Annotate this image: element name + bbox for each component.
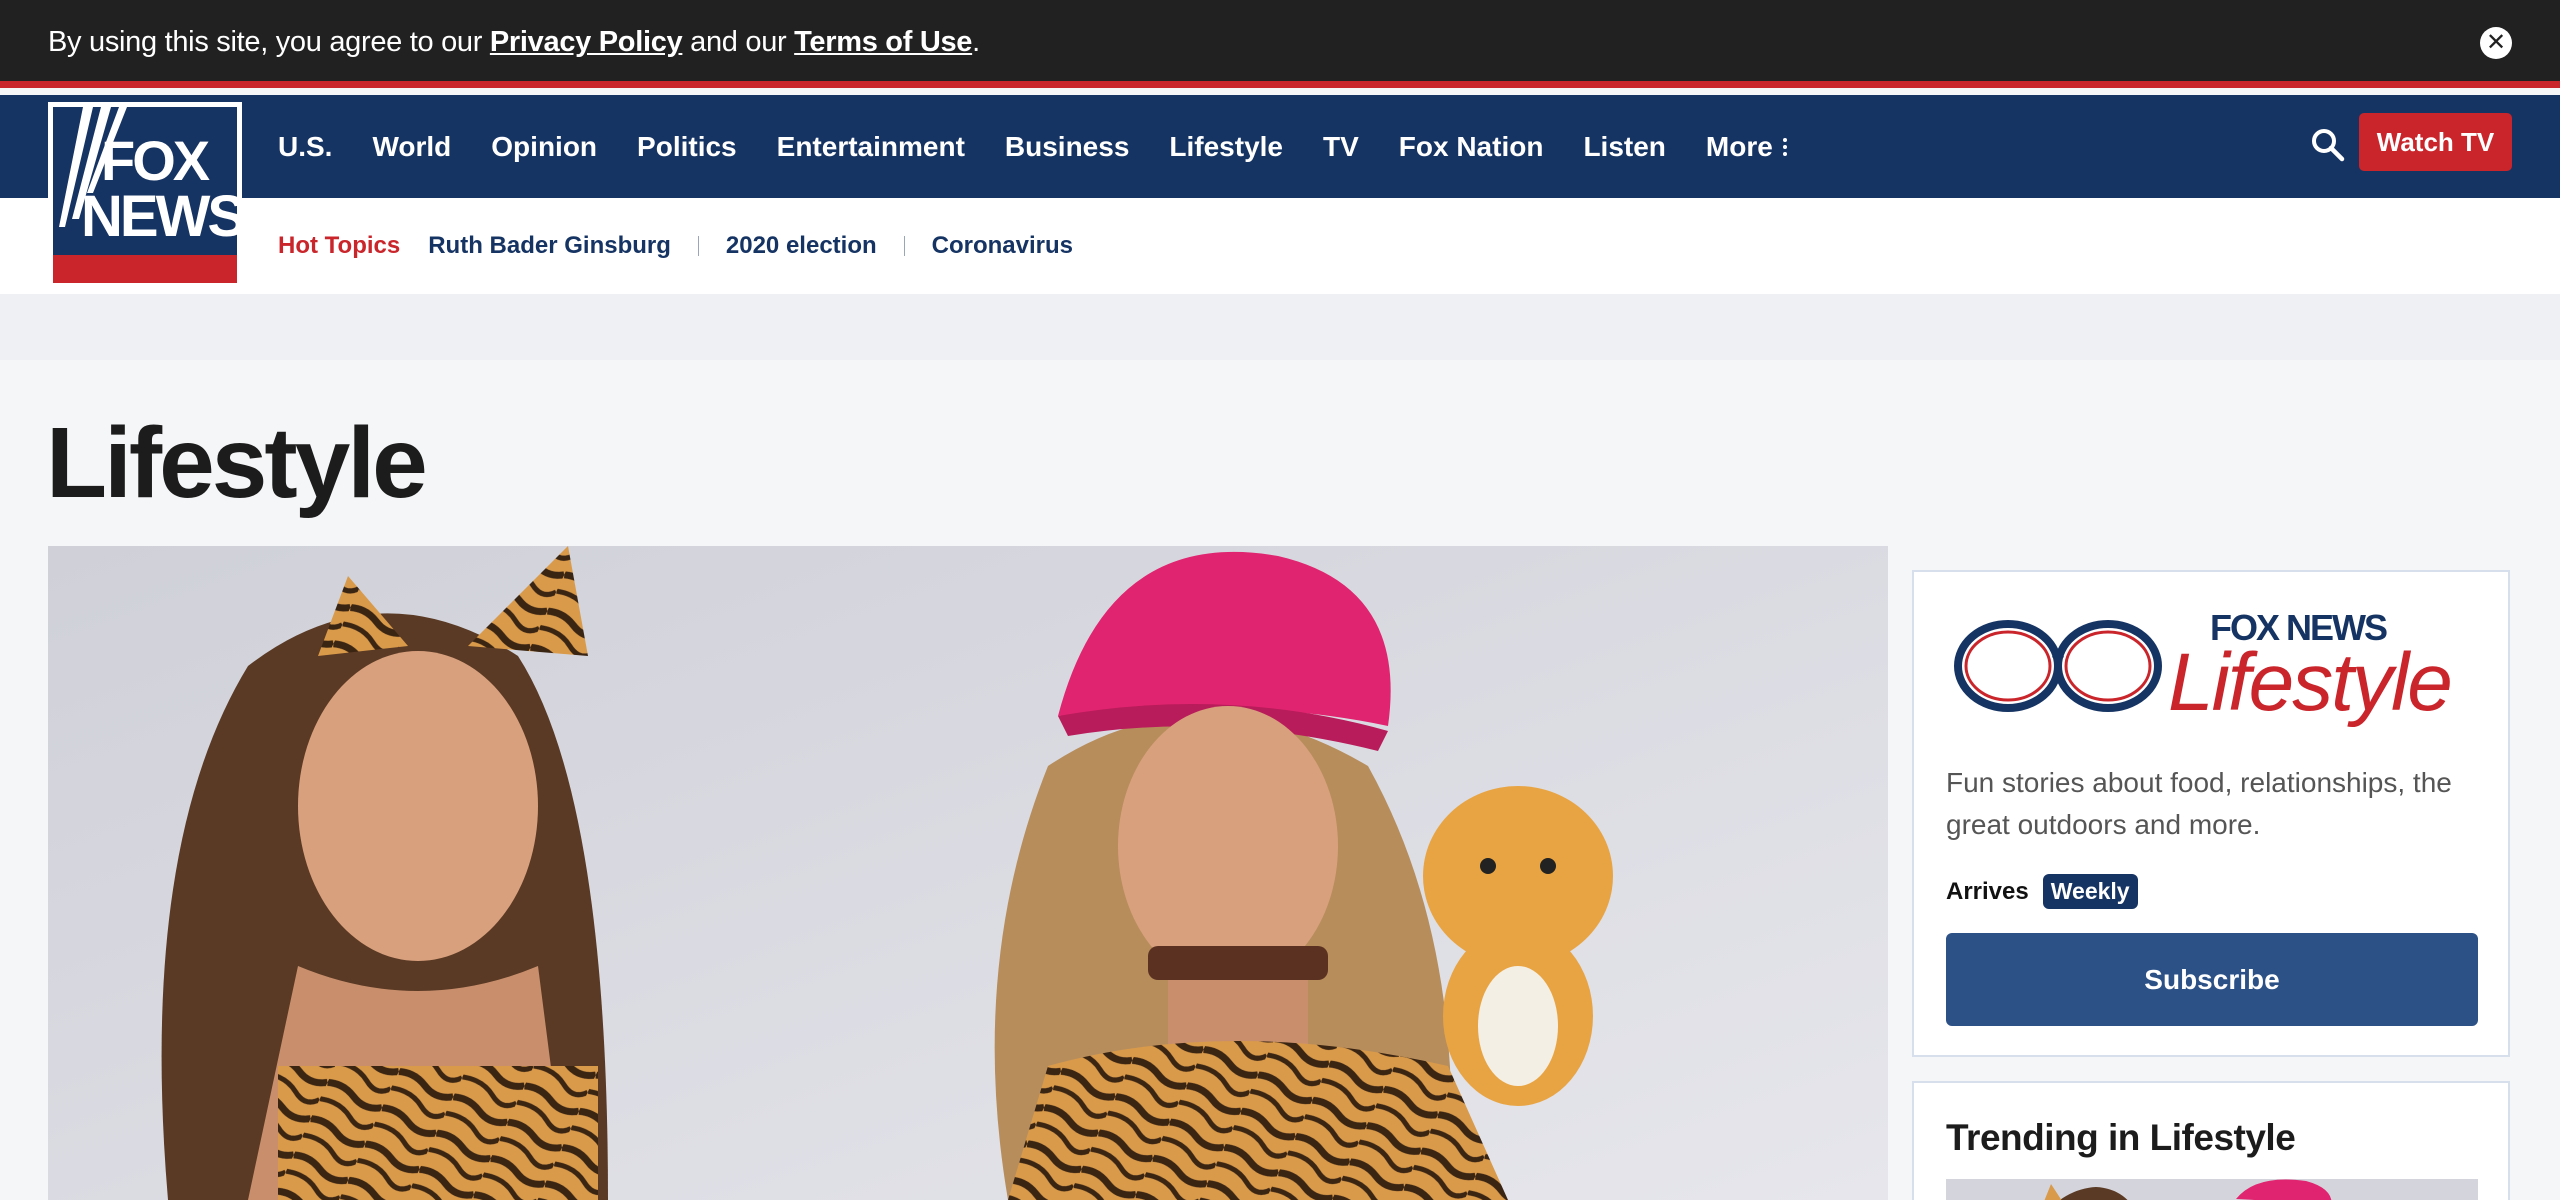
page-title: Lifestyle bbox=[46, 407, 428, 519]
cookie-text-part: and our bbox=[682, 26, 795, 58]
topic-link-2020-election[interactable]: 2020 election bbox=[726, 232, 877, 260]
cookie-banner: By using this site, you agree to our Pri… bbox=[0, 0, 2560, 88]
newsletter-card: FOX NEWS Lifestyle Fun stories about foo… bbox=[1912, 570, 2510, 1057]
hot-topics-bar: Hot Topics Ruth Bader Ginsburg 2020 elec… bbox=[0, 198, 2560, 294]
cookie-text-part: . bbox=[972, 26, 980, 58]
nav-item-tv[interactable]: TV bbox=[1323, 131, 1359, 163]
hot-topics-row: Hot Topics Ruth Bader Ginsburg 2020 elec… bbox=[278, 198, 1073, 294]
topic-link-coronavirus[interactable]: Coronavirus bbox=[932, 232, 1073, 260]
cookie-consent-text: By using this site, you agree to our Pri… bbox=[48, 26, 980, 59]
newsletter-description: Fun stories about food, relationships, t… bbox=[1946, 767, 2452, 840]
logo-fox-text: FOX bbox=[101, 129, 210, 192]
topic-link-rbg[interactable]: Ruth Bader Ginsburg bbox=[428, 232, 671, 260]
nav-item-more[interactable]: More bbox=[1706, 131, 1787, 163]
nav-item-politics[interactable]: Politics bbox=[637, 131, 737, 163]
ad-spacer bbox=[0, 294, 2560, 360]
terms-of-use-link[interactable]: Terms of Use bbox=[794, 26, 972, 58]
nav-item-entertainment[interactable]: Entertainment bbox=[777, 131, 965, 163]
subscribe-button[interactable]: Subscribe bbox=[1946, 933, 2478, 1026]
topic-divider bbox=[903, 236, 905, 256]
nav-item-lifestyle[interactable]: Lifestyle bbox=[1169, 131, 1283, 163]
main-navigation: U.S. World Opinion Politics Entertainmen… bbox=[0, 95, 2560, 198]
nav-item-fox-nation[interactable]: Fox Nation bbox=[1399, 131, 1544, 163]
newsletter-brand-bottom: Lifestyle bbox=[2168, 637, 2451, 728]
privacy-policy-link[interactable]: Privacy Policy bbox=[490, 26, 683, 58]
nav-item-listen[interactable]: Listen bbox=[1583, 131, 1665, 163]
more-vertical-icon bbox=[1782, 137, 1787, 156]
logo-red-bar bbox=[53, 255, 237, 283]
hot-topics-label: Hot Topics bbox=[278, 232, 401, 259]
newsletter-logo: FOX NEWS Lifestyle bbox=[1954, 607, 2453, 728]
logo-mark: FOX NEWS bbox=[53, 107, 237, 283]
close-icon[interactable]: ✕ bbox=[2480, 27, 2512, 59]
logo-news-text: NEWS bbox=[81, 184, 237, 249]
newsletter-frequency: Arrives Weekly bbox=[1946, 874, 2138, 909]
trending-card: Trending in Lifestyle bbox=[1912, 1081, 2510, 1200]
search-icon[interactable] bbox=[2310, 127, 2346, 163]
nav-item-opinion[interactable]: Opinion bbox=[491, 131, 597, 163]
fox-news-logo[interactable]: FOX NEWS bbox=[48, 102, 242, 288]
hero-photo bbox=[48, 546, 1888, 1200]
nav-items: U.S. World Opinion Politics Entertainmen… bbox=[278, 95, 1787, 198]
hero-article-image[interactable] bbox=[48, 546, 1888, 1200]
arrives-label: Arrives bbox=[1946, 877, 2029, 905]
cookie-text-part: By using this site, you agree to our bbox=[48, 26, 490, 58]
trending-thumbnail[interactable] bbox=[1946, 1179, 2478, 1200]
nav-item-business[interactable]: Business bbox=[1005, 131, 1130, 163]
nav-item-us[interactable]: U.S. bbox=[278, 131, 332, 163]
trending-title: Trending in Lifestyle bbox=[1946, 1117, 2296, 1158]
nav-more-label: More bbox=[1705, 130, 1773, 162]
nav-item-world[interactable]: World bbox=[372, 131, 451, 163]
watch-tv-button[interactable]: Watch TV bbox=[2359, 113, 2512, 171]
trending-photo bbox=[1946, 1179, 2478, 1200]
frequency-badge: Weekly bbox=[2042, 874, 2138, 909]
topic-divider bbox=[697, 236, 699, 256]
